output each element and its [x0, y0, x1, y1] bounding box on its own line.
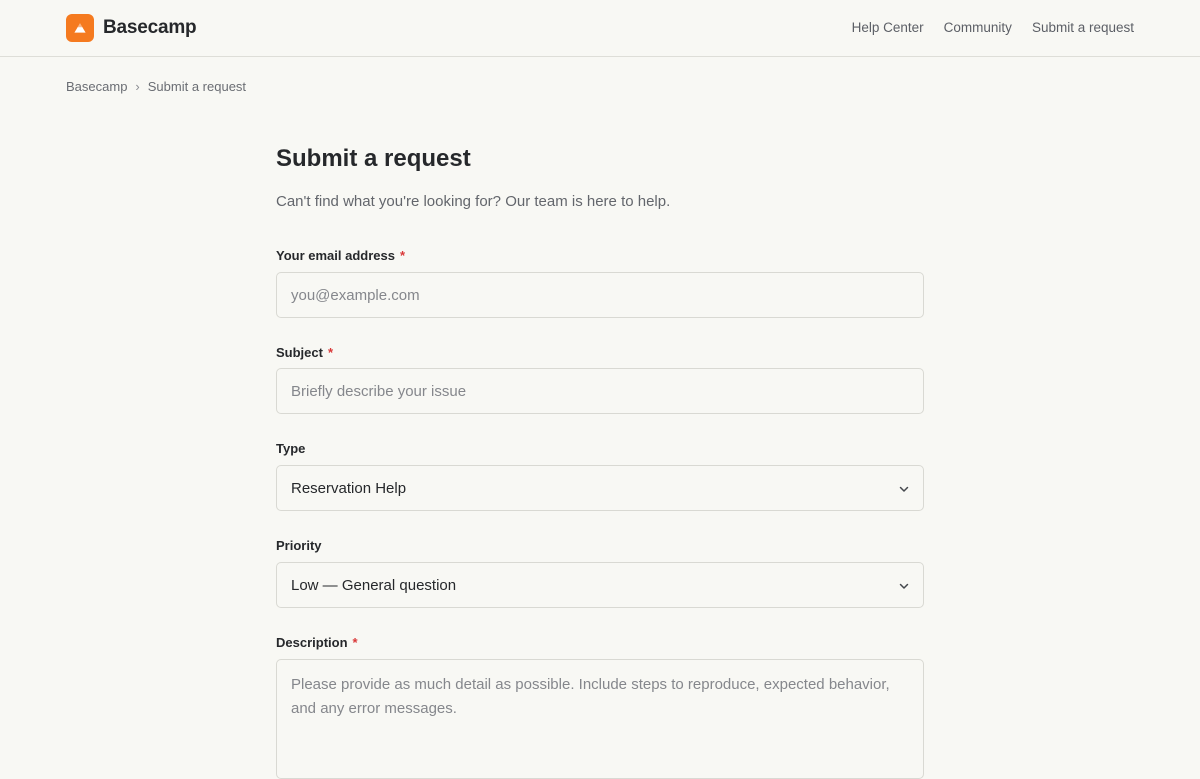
priority-select[interactable]: Low — General question [276, 562, 924, 608]
subject-field[interactable] [276, 368, 924, 414]
chevron-down-icon [899, 583, 909, 589]
priority-label: Priority [276, 538, 322, 553]
breadcrumb-separator: › [135, 79, 140, 94]
mountain-icon [66, 14, 94, 42]
page-subtitle: Can't find what you're looking for? Our … [276, 193, 671, 210]
nav-link-submit-request[interactable]: Submit a request [1032, 20, 1134, 35]
description-field[interactable] [276, 659, 924, 779]
site-header: Basecamp Help Center Community Submit a … [0, 0, 1200, 57]
type-label: Type [276, 441, 306, 456]
brand-logo-link[interactable]: Basecamp [66, 14, 197, 42]
required-marker: * [399, 248, 406, 263]
subject-label-text: Subject [276, 345, 323, 360]
top-navigation: Help Center Community Submit a request [852, 20, 1134, 35]
email-label-text: Your email address [276, 248, 395, 263]
priority-selected-value: Low — General question [291, 576, 457, 594]
nav-link-help-center[interactable]: Help Center [852, 20, 924, 35]
type-selected-value: Reservation Help [291, 479, 407, 497]
breadcrumb-link-basecamp[interactable]: Basecamp [66, 79, 127, 94]
breadcrumb: Basecamp › Submit a request [66, 79, 246, 94]
subject-label: Subject * [276, 345, 333, 360]
description-label: Description * [276, 635, 358, 650]
email-field[interactable] [276, 272, 924, 318]
breadcrumb-current: Submit a request [147, 79, 247, 94]
required-marker: * [352, 635, 358, 650]
type-select[interactable]: Reservation Help [276, 465, 924, 511]
brand-name: Basecamp [103, 17, 197, 38]
email-label: Your email address * [276, 248, 405, 263]
page-title: Submit a request [276, 145, 471, 172]
nav-link-community[interactable]: Community [944, 20, 1012, 35]
description-label-text: Description [276, 635, 348, 650]
required-marker: * [327, 345, 334, 360]
chevron-down-icon [899, 486, 909, 492]
